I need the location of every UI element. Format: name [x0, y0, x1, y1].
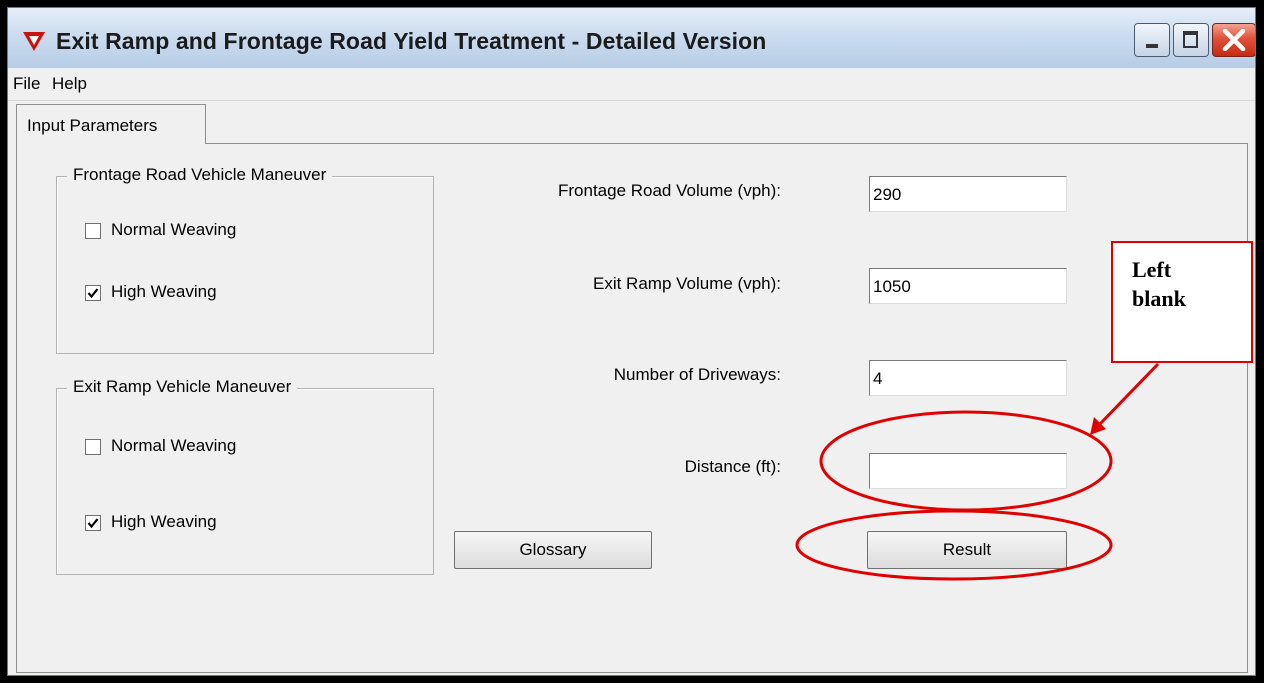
minimize-icon	[1146, 44, 1158, 48]
number-of-driveways-input[interactable]: 4	[869, 360, 1067, 396]
exit-ramp-volume-input[interactable]: 1050	[869, 268, 1067, 304]
exit-group-title: Exit Ramp Vehicle Maneuver	[67, 377, 298, 397]
exit-high-weaving-checkbox[interactable]	[85, 515, 101, 531]
close-button[interactable]	[1212, 23, 1255, 57]
frontage-maneuver-group: Frontage Road Vehicle Maneuver Normal We…	[56, 165, 434, 354]
frontage-high-weaving-label: High Weaving	[111, 282, 217, 301]
frontage-normal-weaving-label: Normal Weaving	[111, 220, 237, 239]
exit-ramp-volume-label: Exit Ramp Volume (vph):	[592, 274, 781, 293]
frontage-normal-weaving-checkbox[interactable]	[85, 223, 101, 239]
maximize-button[interactable]	[1173, 23, 1209, 57]
checkmark-icon	[87, 288, 99, 299]
minimize-button[interactable]	[1134, 23, 1170, 57]
frontage-road-volume-input[interactable]: 290	[869, 176, 1067, 212]
menu-bar: File Help	[8, 68, 1255, 101]
window-title: Exit Ramp and Frontage Road Yield Treatm…	[56, 28, 767, 54]
close-icon	[1222, 29, 1246, 51]
left-blank-callout: Left blank	[1111, 241, 1253, 363]
exit-normal-weaving-label: Normal Weaving	[111, 436, 237, 455]
menu-file[interactable]: File	[13, 74, 40, 94]
exit-ramp-maneuver-group: Exit Ramp Vehicle Maneuver Normal Weavin…	[56, 377, 434, 575]
tab-input-parameters[interactable]: Input Parameters	[16, 104, 206, 144]
menu-help[interactable]: Help	[52, 74, 87, 94]
checkmark-icon	[87, 518, 99, 529]
exit-high-weaving-label: High Weaving	[111, 512, 217, 531]
number-of-driveways-label: Number of Driveways:	[613, 365, 781, 384]
distance-input[interactable]	[869, 453, 1067, 489]
result-button[interactable]: Result	[867, 531, 1067, 569]
frontage-group-title: Frontage Road Vehicle Maneuver	[67, 165, 333, 185]
app-triangle-icon	[23, 32, 45, 51]
maximize-icon	[1183, 31, 1198, 48]
title-bar[interactable]: Exit Ramp and Frontage Road Yield Treatm…	[8, 8, 1255, 68]
frontage-high-weaving-checkbox[interactable]	[85, 285, 101, 301]
exit-normal-weaving-checkbox[interactable]	[85, 439, 101, 455]
glossary-button[interactable]: Glossary	[454, 531, 652, 569]
frontage-road-volume-label: Frontage Road Volume (vph):	[557, 181, 781, 200]
distance-label: Distance (ft):	[684, 457, 781, 476]
